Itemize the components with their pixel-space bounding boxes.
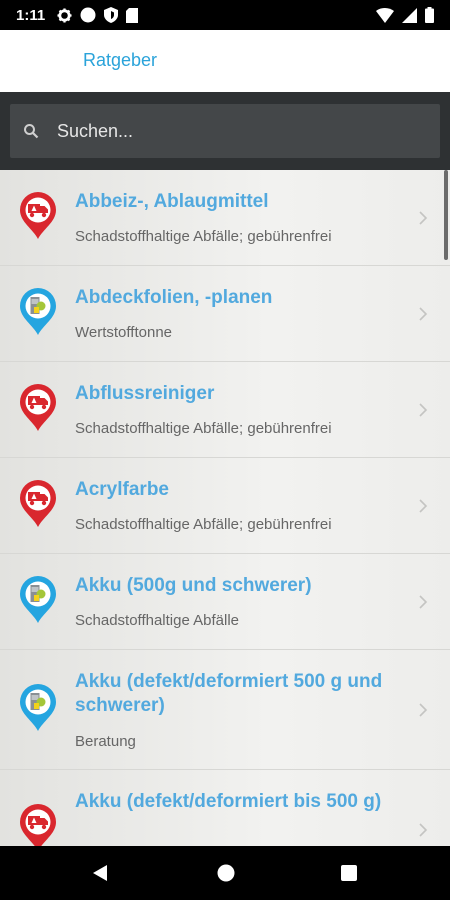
hazardous-truck-pin-icon [20, 192, 56, 239]
sd-card-icon [126, 7, 139, 23]
chevron-right-icon [419, 823, 428, 837]
circle-icon [80, 7, 96, 23]
hazardous-truck-pin-icon [20, 480, 56, 527]
item-title: Abflussreiniger [75, 383, 215, 404]
list-item[interactable]: Abdeckfolien, -planen Wertstofftonne [0, 266, 450, 362]
search-box[interactable] [10, 104, 440, 158]
item-title: Abdeckfolien, -planen [75, 287, 273, 308]
scrollbar-thumb[interactable] [444, 170, 448, 260]
list-item[interactable]: Acrylfarbe Schadstoffhaltige Abfälle; ge… [0, 458, 450, 554]
item-title: Akku (defekt/deformiert 500 g und schwer… [75, 671, 383, 716]
item-title: Abbeiz-, Ablaugmittel [75, 191, 269, 212]
list-item[interactable]: Abflussreiniger Schadstoffhaltige Abfäll… [0, 362, 450, 458]
item-subtitle: Schadstoffhaltige Abfälle; gebührenfrei [75, 420, 332, 437]
back-icon[interactable] [91, 864, 109, 882]
signal-icon [402, 7, 417, 23]
list-item[interactable]: Akku (defekt/deformiert 500 g und schwer… [0, 650, 450, 770]
shield-icon [104, 7, 119, 23]
hazardous-truck-pin-icon [20, 804, 56, 846]
list-item[interactable]: Akku (defekt/deformiert bis 500 g) [0, 770, 450, 846]
search-icon [24, 124, 39, 139]
item-title: Akku (500g und schwerer) [75, 575, 312, 596]
search-input[interactable] [57, 120, 397, 142]
list-item[interactable]: Akku (500g und schwerer) Schadstoffhalti… [0, 554, 450, 650]
chevron-right-icon [419, 403, 428, 417]
status-bar: 1:11 [0, 0, 450, 30]
chevron-right-icon [419, 307, 428, 321]
hazardous-truck-pin-icon [20, 384, 56, 431]
item-title: Akku (defekt/deformiert bis 500 g) [75, 791, 382, 812]
chevron-right-icon [419, 595, 428, 609]
status-icons-left [57, 7, 139, 23]
status-icons-right [376, 7, 434, 23]
chevron-right-icon [419, 703, 428, 717]
page-title: Ratgeber [83, 50, 158, 70]
item-title: Acrylfarbe [75, 479, 169, 500]
battery-icon [425, 7, 434, 23]
item-subtitle: Wertstofftonne [75, 324, 173, 341]
system-nav-bar [0, 846, 450, 900]
chevron-right-icon [419, 499, 428, 513]
status-time: 1:11 [16, 6, 46, 24]
search-area [0, 92, 450, 170]
home-icon[interactable] [217, 864, 235, 882]
waste-item-list[interactable]: Abbeiz-, Ablaugmittel Schadstoffhaltige … [0, 170, 450, 846]
item-subtitle: Beratung [75, 733, 136, 750]
recycling-bin-pin-icon [20, 288, 56, 335]
item-subtitle: Schadstoffhaltige Abfälle; gebührenfrei [75, 228, 332, 245]
item-subtitle: Schadstoffhaltige Abfälle [75, 612, 240, 629]
settings-gear-icon [57, 7, 72, 23]
list-item[interactable]: Abbeiz-, Ablaugmittel Schadstoffhaltige … [0, 170, 450, 266]
item-subtitle: Schadstoffhaltige Abfälle; gebührenfrei [75, 516, 332, 533]
recents-icon[interactable] [341, 865, 357, 881]
chevron-right-icon [419, 211, 428, 225]
app-bar: Ratgeber [0, 30, 450, 92]
recycling-bin-pin-icon [20, 576, 56, 623]
recycling-bin-pin-icon [20, 684, 56, 731]
wifi-icon [376, 7, 394, 23]
